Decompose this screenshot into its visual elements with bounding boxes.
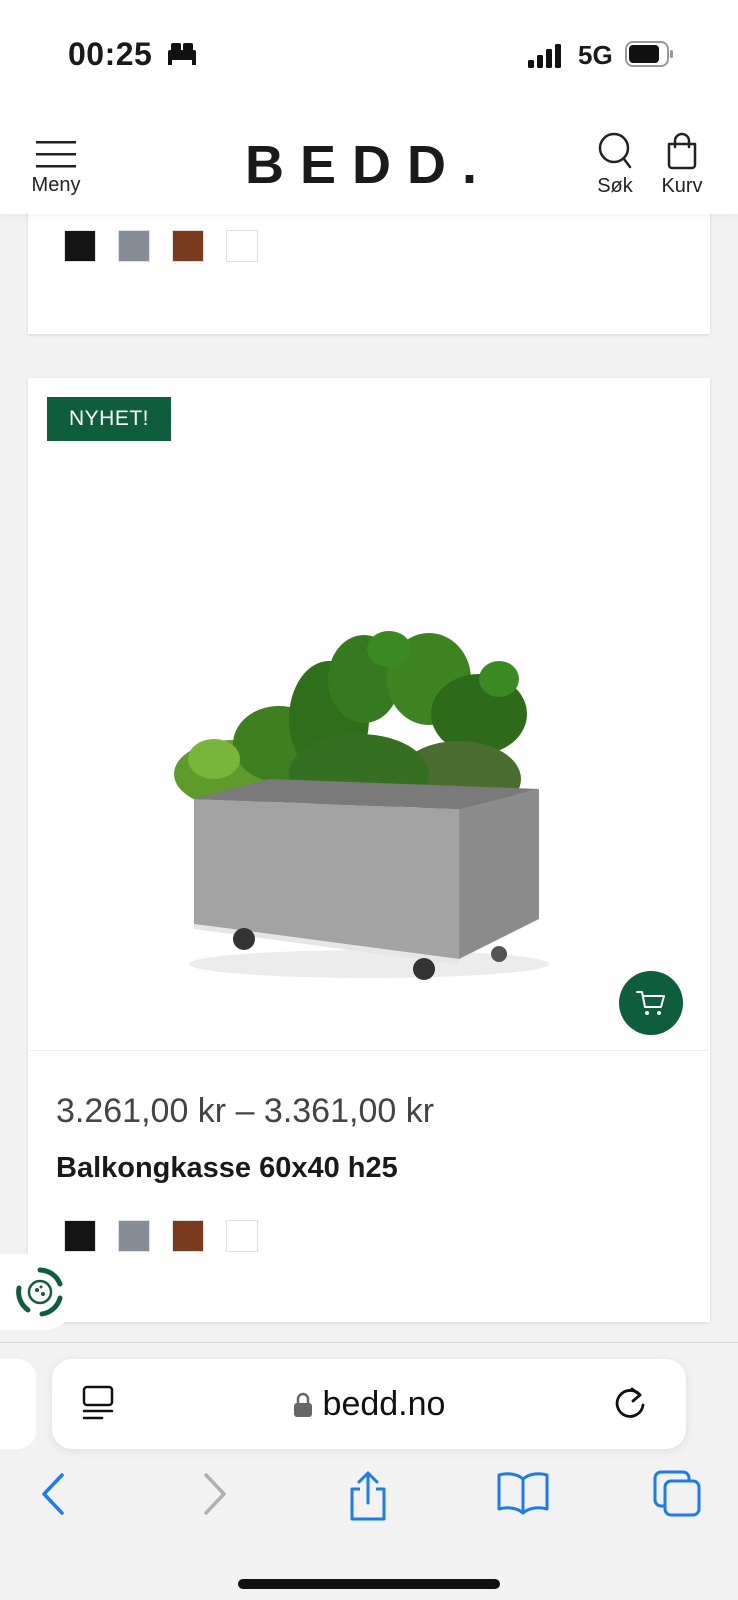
product-card[interactable]: NYHET! 3.261,00 kr – 3.361,00 kr Balkong… [28, 378, 710, 1322]
cart-button[interactable]: Kurv [656, 132, 708, 198]
eco-certification-badge[interactable] [0, 1254, 80, 1330]
home-indicator[interactable] [238, 1579, 500, 1589]
product-price: 3.261,00 kr – 3.361,00 kr [56, 1092, 435, 1130]
browser-toolbar [0, 1469, 738, 1529]
search-button[interactable]: Søk [592, 132, 638, 198]
cart-label: Kurv [661, 175, 703, 197]
recycle-leaf-icon [16, 1267, 63, 1317]
previous-tab-peek[interactable] [0, 1359, 36, 1449]
planter-with-herbs-image [174, 631, 549, 980]
product-listing: NYHET! 3.261,00 kr – 3.361,00 kr Balkong… [0, 214, 738, 1342]
color-swatches [64, 1220, 258, 1252]
reload-icon[interactable] [610, 1383, 650, 1428]
add-to-cart-button[interactable] [619, 971, 683, 1035]
site-header: Meny BEDD. Søk Kurv [0, 110, 738, 214]
forward-icon[interactable] [198, 1469, 230, 1524]
lock-icon [293, 1392, 312, 1417]
swatch-white[interactable] [226, 230, 258, 262]
color-swatches [64, 230, 258, 262]
swatch-white[interactable] [226, 1220, 258, 1252]
swatch-black[interactable] [64, 230, 96, 262]
swatch-gray[interactable] [118, 1220, 150, 1252]
search-icon [598, 132, 632, 169]
search-label: Søk [597, 175, 633, 197]
swatch-gray[interactable] [118, 230, 150, 262]
swatch-black[interactable] [64, 1220, 96, 1252]
back-icon[interactable] [38, 1469, 70, 1524]
address-bar[interactable]: bedd.no [52, 1359, 686, 1449]
status-time: 00:25 [68, 36, 153, 72]
product-image[interactable]: NYHET! [29, 379, 709, 1051]
browser-bottom-bar: bedd.no [0, 1342, 738, 1600]
cart-icon [636, 991, 665, 1015]
swatch-rust[interactable] [172, 230, 204, 262]
tabs-icon[interactable] [652, 1469, 702, 1522]
battery-icon [625, 41, 675, 72]
url-display[interactable]: bedd.no [52, 1385, 686, 1424]
status-bar: 00:25 5G [0, 0, 738, 110]
shopping-bag-icon [667, 132, 697, 170]
share-icon[interactable] [346, 1469, 390, 1528]
sleep-focus-icon [166, 40, 198, 71]
url-text: bedd.no [322, 1385, 446, 1423]
product-card-previous[interactable] [28, 214, 710, 334]
cellular-signal-icon [528, 44, 564, 73]
network-type: 5G [578, 40, 613, 70]
product-title[interactable]: Balkongkasse 60x40 h25 [56, 1152, 398, 1185]
bookmarks-icon[interactable] [496, 1469, 550, 1520]
swatch-rust[interactable] [172, 1220, 204, 1252]
